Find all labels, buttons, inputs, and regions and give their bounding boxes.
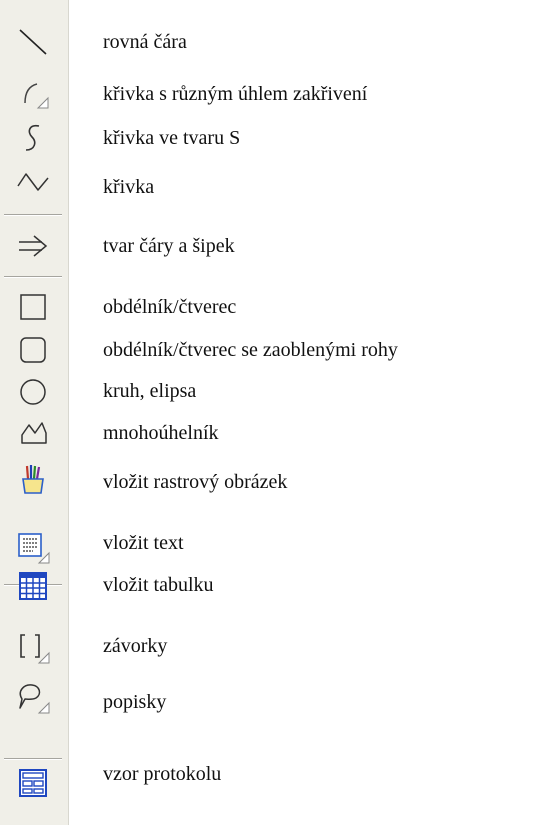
s-curve-icon (25, 124, 40, 151)
label-table: vložit tabulku (103, 574, 214, 596)
wave-curve-icon (17, 173, 49, 191)
label-rectangle: obdélník/čtverec (103, 296, 237, 318)
tool-rounded-rectangle[interactable] (8, 330, 58, 370)
brackets-icon (20, 634, 50, 664)
tool-raster-image[interactable] (8, 460, 58, 500)
text-box-icon (18, 533, 50, 564)
label-arc-curve: křivka s různým úhlem zakřivení (103, 83, 368, 105)
drawing-toolbar (0, 0, 69, 825)
tool-line-arrow[interactable] (8, 226, 58, 266)
straight-line-icon (19, 29, 47, 55)
label-brackets: závorky (103, 635, 168, 657)
toolbar-separator (4, 758, 62, 760)
tool-rectangle[interactable] (8, 287, 58, 327)
tool-straight-line[interactable] (8, 22, 58, 62)
tool-polygon[interactable] (8, 413, 58, 453)
arc-curve-icon (24, 83, 49, 109)
label-callout: popisky (103, 691, 167, 713)
polygon-icon (21, 422, 47, 444)
label-ellipse: kruh, elipsa (103, 380, 197, 402)
tool-ellipse[interactable] (8, 372, 58, 412)
tool-callout[interactable] (8, 677, 58, 717)
ellipse-icon (20, 379, 46, 405)
tool-s-curve[interactable] (8, 118, 58, 158)
line-arrow-icon (19, 235, 48, 257)
label-protocol-template: vzor protokolu (103, 763, 222, 785)
tool-brackets[interactable] (8, 627, 58, 667)
label-s-curve: křivka ve tvaru S (103, 127, 241, 149)
rounded-rectangle-icon (20, 337, 46, 363)
label-text-box: vložit text (103, 532, 184, 554)
rectangle-icon (20, 294, 46, 320)
label-polygon: mnohoúhelník (103, 422, 219, 444)
tool-wave-curve[interactable] (8, 162, 58, 202)
callout-icon (19, 684, 50, 714)
table-icon (19, 572, 47, 600)
label-line-arrow: tvar čáry a šipek (103, 235, 235, 257)
tool-table[interactable] (8, 566, 58, 606)
tool-protocol-template[interactable] (8, 763, 58, 803)
tool-arc-curve[interactable] (8, 74, 58, 114)
label-straight-line: rovná čára (103, 31, 187, 53)
raster-image-icon (22, 465, 44, 494)
label-rounded-rectangle: obdélník/čtverec se zaoblenými rohy (103, 339, 398, 361)
label-raster-image: vložit rastrový obrázek (103, 471, 288, 493)
toolbar-separator (4, 276, 62, 278)
tool-text-box[interactable] (8, 527, 58, 567)
protocol-template-icon (19, 769, 47, 797)
toolbar-separator (4, 214, 62, 216)
label-wave-curve: křivka (103, 176, 155, 198)
